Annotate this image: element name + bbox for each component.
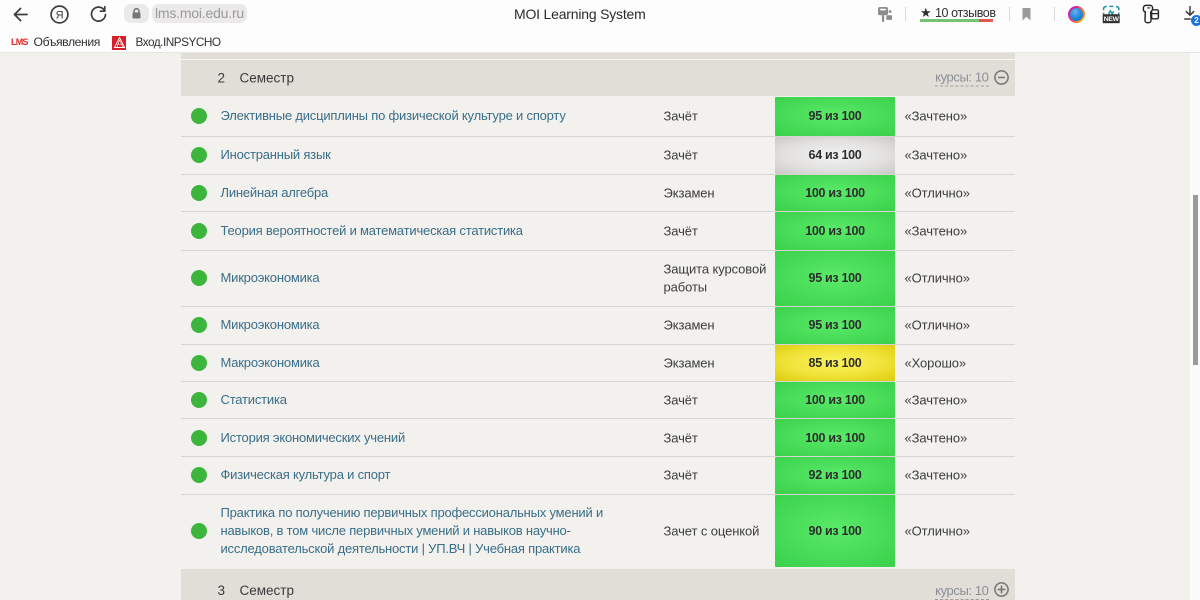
svg-text:Я: Я [56,9,64,21]
svg-text:NEW: NEW [1103,16,1119,23]
